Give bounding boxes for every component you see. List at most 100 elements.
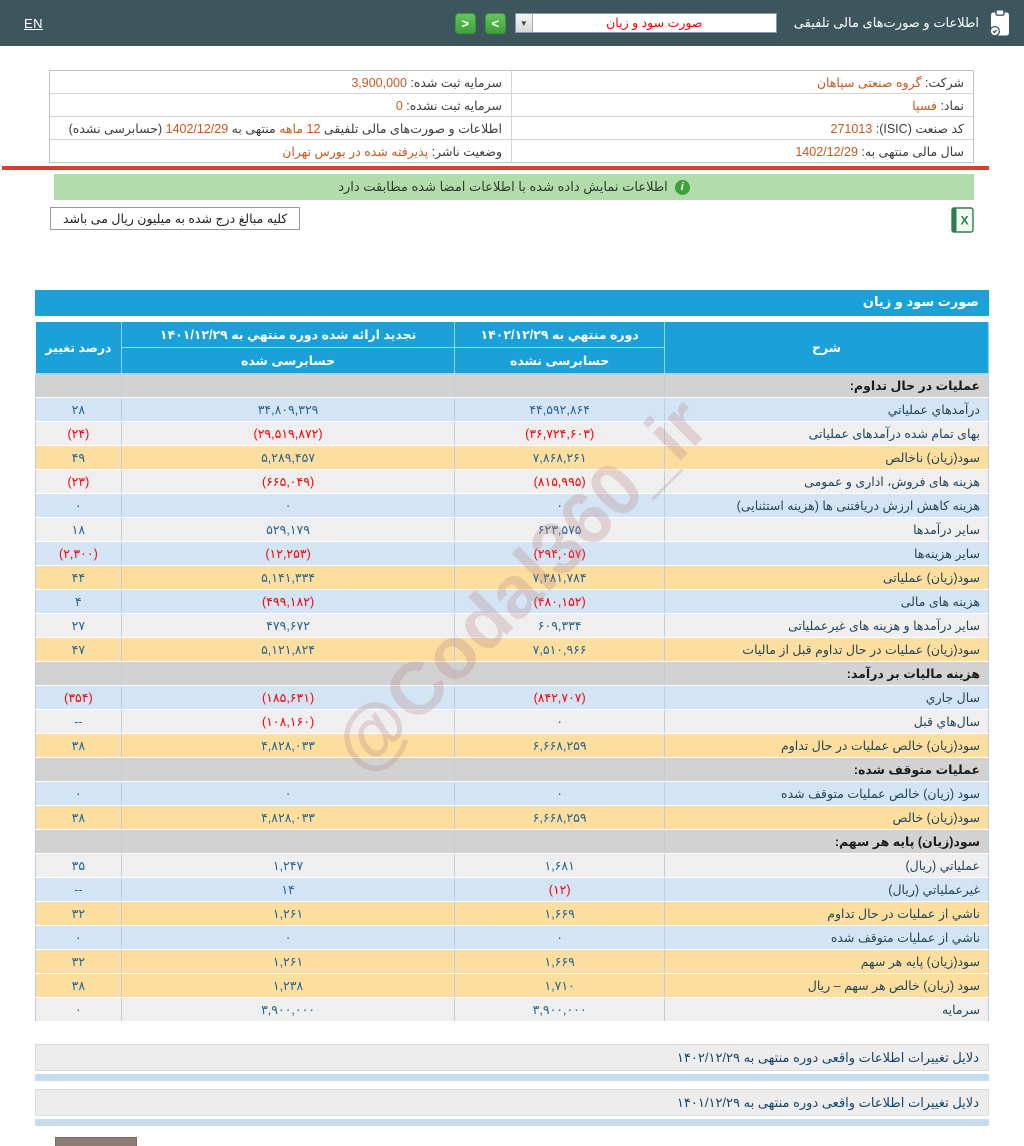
row-label-cell: سال جاري bbox=[664, 685, 989, 710]
current-period-value-cell: ۶,۶۶۸,۲۵۹ bbox=[454, 733, 665, 758]
prior-period-value-cell: ۱۴ bbox=[121, 877, 456, 902]
change-percent-value-cell: ۴ bbox=[35, 589, 122, 614]
change-percent-value-cell: ۳۸ bbox=[35, 733, 122, 758]
prior-period-value-cell: (۱۸۵,۶۳۱) bbox=[121, 685, 456, 710]
change-percent-value-cell bbox=[35, 757, 122, 782]
statement-select[interactable]: صورت سود و زیان ▼ bbox=[514, 13, 777, 33]
row-label-cell: سود (زیان) خالص عملیات متوقف شده bbox=[664, 781, 989, 806]
company-value: گروه صنعتی سپاهان bbox=[816, 75, 922, 90]
prior-period-value-cell: (۱۲,۲۵۳) bbox=[121, 541, 456, 566]
change-percent-value-cell: ۳۸ bbox=[35, 973, 122, 998]
prior-period-value-cell: ۳۴,۸۰۹,۳۲۹ bbox=[121, 397, 456, 422]
row-label-cell: سال‌هاي قبل bbox=[664, 709, 989, 734]
report-period-suffix: (حسابرسی نشده) bbox=[68, 121, 163, 136]
report-period-date: 1402/12/29 bbox=[165, 121, 229, 136]
current-period-value-cell: ۱,۷۱۰ bbox=[454, 973, 665, 998]
isic-code-cell: کد صنعت (ISIC): 271013 bbox=[511, 116, 974, 140]
statement-data-row: هزینه های مالی (۴۸۰,۱۵۲) (۴۹۹,۱۸۲) ۴ bbox=[35, 589, 989, 614]
topbar-main-group: اطلاعات و صورت‌های مالی تلفیقی صورت سود … bbox=[454, 9, 1012, 37]
registered-capital-cell: سرمایه ثبت شده: 3,900,000 bbox=[49, 70, 512, 94]
report-period-cell: اطلاعات و صورت‌های مالی تلفیقی 12 ماهه م… bbox=[49, 116, 512, 140]
current-period-value-cell bbox=[454, 373, 665, 398]
prior-period-value-cell: ۰ bbox=[121, 493, 456, 518]
change-percent-value-cell: -- bbox=[35, 709, 122, 734]
chevron-down-icon[interactable]: ▼ bbox=[515, 14, 533, 32]
symbol-value: فسپا bbox=[912, 98, 937, 113]
change-reasons-current-bar[interactable]: دلایل تغییرات اطلاعات واقعی دوره منتهی ب… bbox=[35, 1044, 989, 1071]
current-period-value-cell: ۷,۸۶۸,۲۶۱ bbox=[454, 445, 665, 470]
row-label-cell: سود(زیان) پایه هر سهم bbox=[664, 949, 989, 974]
change-percent-value-cell: ۰ bbox=[35, 997, 122, 1022]
current-period-value-cell: (۸۴۲,۷۰۷) bbox=[454, 685, 665, 710]
issuer-status-value: پذیرفته شده در بورس تهران bbox=[282, 144, 429, 159]
statement-section-row: عملیات در حال تداوم: bbox=[35, 373, 989, 398]
row-label-cell: سود(زیان) ناخالص bbox=[664, 445, 989, 470]
prior-period-value-cell: ۵,۱۲۱,۸۲۴ bbox=[121, 637, 456, 662]
issuer-status-cell: وضعیت ناشر: پذیرفته شده در بورس تهران bbox=[50, 140, 512, 163]
statement-data-row: سود(زیان) خالص عملیات در حال تداوم ۶,۶۶۸,… bbox=[35, 733, 989, 758]
change-reasons-prior-bar[interactable]: دلایل تغییرات اطلاعات واقعی دوره منتهی ب… bbox=[35, 1089, 989, 1116]
prior-period-value-cell: ۱,۲۶۱ bbox=[121, 901, 456, 926]
column-subheader-audited: حسابرسی شده bbox=[120, 347, 456, 374]
unit-note-row: X کلیه مبالغ درج شده به میلیون ریال می ب… bbox=[50, 207, 974, 233]
current-period-value-cell: (۳۶,۷۲۴,۶۰۳) bbox=[454, 421, 665, 446]
prior-period-value-cell: ۴,۸۲۸,۰۳۳ bbox=[121, 805, 456, 830]
prior-period-value-cell: ۳,۹۰۰,۰۰۰ bbox=[121, 997, 456, 1022]
exit-button[interactable]: خروج bbox=[55, 1137, 137, 1146]
row-label-cell: ناشي از عملیات در حال تداوم bbox=[664, 901, 989, 926]
current-period-value-cell: ۰ bbox=[454, 709, 665, 734]
currency-unit-note: کلیه مبالغ درج شده به میلیون ریال می باش… bbox=[50, 207, 301, 230]
language-en-link[interactable]: EN bbox=[24, 16, 43, 31]
table-row: نماد: فسپا سرمایه ثبت نشده: 0 bbox=[49, 93, 974, 117]
row-label-cell: سود(زیان) عملیاتی bbox=[664, 565, 989, 590]
statement-rows: عملیات در حال تداوم: درآمدهاي عملياتي ۴۴,۵… bbox=[35, 373, 989, 1022]
change-percent-value-cell: (۲۳) bbox=[35, 469, 122, 494]
change-percent-value-cell: ۲۸ bbox=[35, 397, 122, 422]
issuer-status-label: وضعیت ناشر: bbox=[431, 144, 502, 159]
statement-data-row: سود(زیان) خالص ۶,۶۶۸,۲۵۹ ۴,۸۲۸,۰۳۳ ۳۸ bbox=[35, 805, 989, 830]
table-row: شرکت: گروه صنعتی سپاهان سرمایه ثبت شده: … bbox=[49, 70, 974, 94]
isic-label: کد صنعت (ISIC): bbox=[875, 121, 964, 136]
company-info-table: شرکت: گروه صنعتی سپاهان سرمایه ثبت شده: … bbox=[49, 70, 974, 163]
previous-statement-button[interactable]: < bbox=[454, 12, 476, 34]
statement-data-row: غیرعملیاتي (ریال) (۱۲) ۱۴ -- bbox=[35, 877, 989, 902]
statement-data-row: ناشي از عملیات متوقف شده ۰ ۰ ۰ bbox=[35, 925, 989, 950]
change-percent-value-cell: ۳۵ bbox=[35, 853, 122, 878]
row-label-cell: بهای تمام شده درآمدهای عملیاتی bbox=[664, 421, 989, 446]
change-percent-value-cell bbox=[35, 373, 122, 398]
statement-data-row: هزینه های فروش، اداری و عمومی (۸۱۵,۹۹۵) (۶… bbox=[35, 469, 989, 494]
statement-data-row: سایر درآمدها و هزینه های غیرعملیاتی ۶۰۹,۳… bbox=[35, 613, 989, 638]
statements-section-label: اطلاعات و صورت‌های مالی تلفیقی bbox=[793, 15, 979, 30]
registered-capital-label: سرمایه ثبت شده: bbox=[410, 75, 502, 90]
excel-export-icon[interactable]: X bbox=[951, 207, 974, 233]
change-percent-value-cell bbox=[35, 661, 122, 686]
row-label-cell: سایر درآمدها و هزینه های غیرعملیاتی bbox=[664, 613, 989, 638]
signed-data-notice: i اطلاعات نمایش داده شده با اطلاعات امضا… bbox=[54, 174, 974, 200]
report-period-mid: منتهی به bbox=[231, 121, 276, 136]
change-percent-value-cell: ۲۷ bbox=[35, 613, 122, 638]
change-percent-value-cell: ۰ bbox=[35, 925, 122, 950]
statement-data-row: سایر درآمدها ۶۲۳,۵۷۵ ۵۲۹,۱۷۹ ۱۸ bbox=[35, 517, 989, 542]
change-percent-value-cell: (۲۴) bbox=[35, 421, 122, 446]
prior-period-value-cell: (۱۰۸,۱۶۰) bbox=[121, 709, 456, 734]
change-percent-value-cell: ۱۸ bbox=[35, 517, 122, 542]
change-percent-value-cell: ۴۹ bbox=[35, 445, 122, 470]
statement-data-row: سود(زیان) عملیاتی ۷,۳۸۱,۷۸۴ ۵,۱۴۱,۳۳۴ ۴۴ bbox=[35, 565, 989, 590]
symbol-cell: نماد: فسپا bbox=[511, 93, 974, 117]
company-label: شرکت: bbox=[924, 75, 964, 90]
current-period-value-cell: ۷,۵۱۰,۹۶۶ bbox=[454, 637, 665, 662]
prior-period-value-cell bbox=[121, 757, 456, 782]
statement-data-row: بهای تمام شده درآمدهای عملیاتی (۳۶,۷۲۴,۶۰… bbox=[35, 421, 989, 446]
change-percent-value-cell: ۴۷ bbox=[35, 637, 122, 662]
column-header-prior-period: تجدید ارائه شده دوره منتهي به ۱۴۰۱/۱۲/۲۹ bbox=[120, 321, 456, 348]
statement-data-row: سود (زیان) خالص عملیات متوقف شده ۰ ۰ ۰ bbox=[35, 781, 989, 806]
current-period-value-cell: ۷,۳۸۱,۷۸۴ bbox=[454, 565, 665, 590]
next-statement-button[interactable]: > bbox=[484, 12, 506, 34]
current-period-value-cell: (۸۱۵,۹۹۵) bbox=[454, 469, 665, 494]
current-period-value-cell: (۴۸۰,۱۵۲) bbox=[454, 589, 665, 614]
prior-period-value-cell: (۲۹,۵۱۹,۸۷۲) bbox=[121, 421, 456, 446]
row-label-cell: سود(زیان) پایه هر سهم: bbox=[664, 829, 989, 854]
statement-data-row: درآمدهاي عملياتي ۴۴,۵۹۲,۸۶۴ ۳۴,۸۰۹,۳۲۹ ۲۸ bbox=[35, 397, 989, 422]
row-label-cell: عملیاتي (ریال) bbox=[664, 853, 989, 878]
column-header-change-percent: درصد تغییر bbox=[35, 321, 122, 374]
